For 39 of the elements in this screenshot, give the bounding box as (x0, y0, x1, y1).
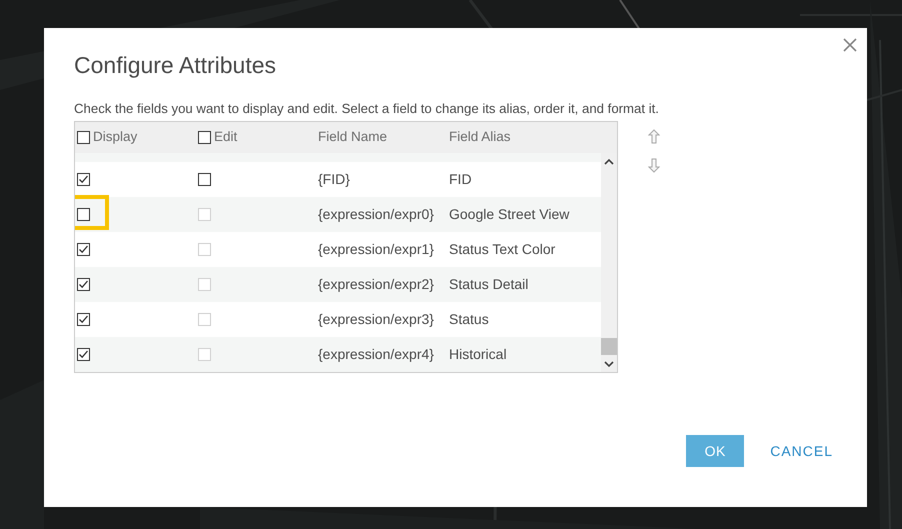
table-cell-text: Historical (449, 345, 507, 364)
table-row[interactable]: {expression/expr1} Status Text Color (75, 232, 601, 267)
table-cell-text: {FID} (318, 170, 351, 189)
scroll-up-icon[interactable] (604, 158, 614, 166)
column-header: Field Alias (449, 129, 511, 144)
table-row[interactable]: {FID} FID (75, 162, 601, 197)
table-row[interactable]: {expression/expr3} Status (75, 302, 601, 337)
checkbox[interactable] (198, 131, 211, 144)
checkbox[interactable] (77, 131, 90, 144)
table-row[interactable]: {expression/expr4} Historical (75, 337, 601, 372)
table-cell-text: {expression/expr4} (318, 345, 435, 364)
table-cell-text: {expression/expr3} (318, 310, 435, 329)
cancel-button[interactable]: CANCEL (770, 440, 833, 462)
table-cell-text: {expression/expr0} (318, 205, 435, 224)
table-row[interactable]: {expression/expr0} Google Street View (75, 197, 601, 232)
table-cell-text: Status (449, 310, 489, 329)
column-header: Field Name (318, 129, 388, 144)
checkbox[interactable] (77, 243, 90, 256)
column-header: Display (93, 128, 138, 146)
checkbox[interactable] (77, 348, 90, 361)
table-row[interactable]: {expression/expr2} Status Detail (75, 267, 601, 302)
checkbox[interactable] (77, 173, 90, 186)
checkbox[interactable] (198, 173, 211, 186)
checkbox[interactable] (77, 278, 90, 291)
table-cell-text: Status Detail (449, 275, 528, 294)
table-cell-text: Status Text Color (449, 240, 556, 259)
scrollbar-thumb[interactable] (601, 338, 617, 355)
instructions-text: Check the fields you want to display and edit. Select a field to change its alias, order it, and format it. (74, 100, 660, 117)
checkbox[interactable] (77, 313, 90, 326)
scroll-down-icon[interactable] (604, 360, 614, 368)
scrollbar[interactable] (601, 153, 617, 372)
column-header: Edit (214, 128, 238, 146)
dialog-title: Configure Attributes (74, 51, 278, 80)
close-icon[interactable] (843, 38, 857, 52)
table-cell-text: {expression/expr2} (318, 275, 435, 294)
table-cell-text: {expression/expr1} (318, 240, 435, 259)
table-cell-text: Google Street View (449, 205, 570, 224)
checkbox[interactable] (77, 208, 90, 221)
table-cell-text: FID (449, 170, 472, 189)
